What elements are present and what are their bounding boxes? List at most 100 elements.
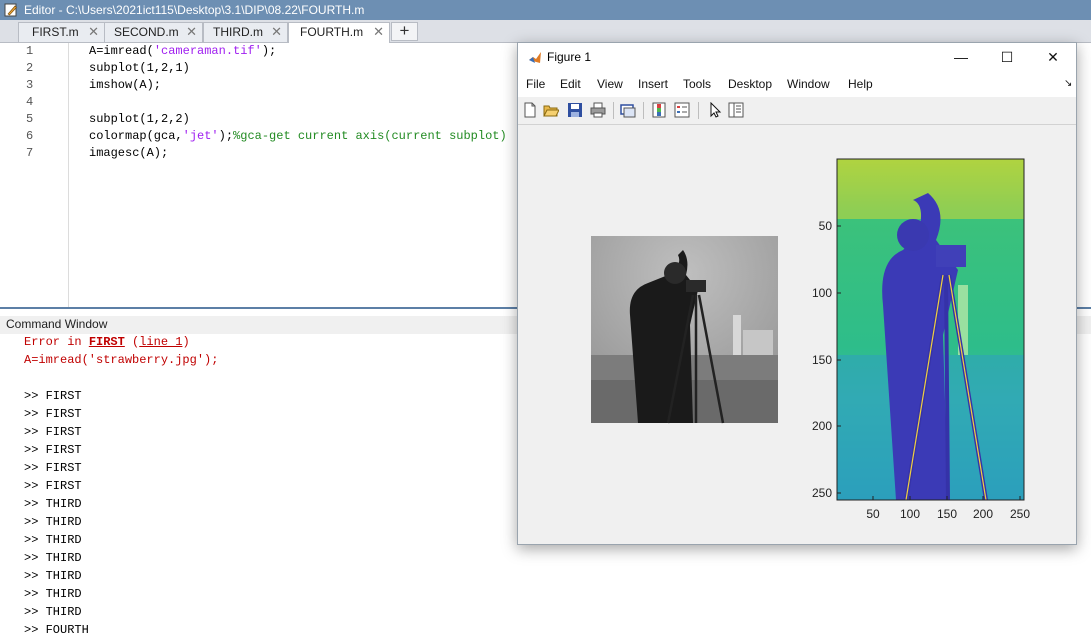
line-number-gutter — [0, 43, 69, 307]
error-code-line: A=imread('strawberry.jpg'); — [24, 353, 219, 367]
colormap-image — [837, 159, 1024, 501]
close-icon[interactable]: ✕ — [271, 23, 282, 41]
history-line: >> THIRD — [24, 533, 82, 547]
menu-edit[interactable]: Edit — [560, 77, 581, 91]
plot-area[interactable]: 50 100 150 200 250 50 100 150 200 250 — [518, 125, 1076, 544]
figure-title-bar[interactable]: Figure 1 — ☐ ✕ — [518, 43, 1076, 73]
close-icon[interactable]: ✕ — [88, 23, 99, 41]
dock-arrow-icon[interactable]: ↘ — [1064, 78, 1072, 89]
history-line: >> FIRST — [24, 389, 82, 403]
history-line: >> THIRD — [24, 569, 82, 583]
tab-label: FOURTH.m — [300, 25, 364, 39]
code-text: colormap(gca, — [89, 129, 183, 143]
line-number: 7 — [26, 146, 34, 160]
tab-fourth[interactable]: FOURTH.m ✕ — [288, 22, 390, 43]
tab-label: THIRD.m — [213, 25, 263, 39]
y-tick-label: 100 — [812, 286, 832, 300]
grayscale-image — [591, 236, 778, 424]
error-text: Error in — [24, 335, 89, 349]
matlab-logo-icon — [529, 52, 541, 63]
add-tab-button[interactable]: + — [391, 22, 418, 41]
code-line[interactable]: subplot(1,2,1) — [89, 61, 190, 75]
code-line[interactable]: A=imread('cameraman.tif'); — [89, 44, 276, 58]
x-tick-label: 200 — [973, 507, 993, 521]
figure-canvas[interactable]: 50 100 150 200 250 50 100 150 200 250 — [518, 125, 1076, 544]
y-tick-label: 150 — [812, 353, 832, 367]
open-file-icon[interactable] — [543, 102, 559, 118]
close-icon[interactable]: ✕ — [186, 23, 197, 41]
code-line[interactable]: subplot(1,2,2) — [89, 112, 190, 126]
y-tick-label: 250 — [812, 486, 832, 500]
history-line: >> THIRD — [24, 497, 82, 511]
property-inspector-icon[interactable] — [728, 102, 744, 118]
history-line: >> FIRST — [24, 461, 82, 475]
tab-third[interactable]: THIRD.m ✕ — [203, 22, 288, 42]
error-text: ) — [182, 335, 190, 349]
maximize-button[interactable]: ☐ — [984, 43, 1030, 73]
menu-help[interactable]: Help — [848, 77, 873, 91]
editor-title-bar: Editor - C:\Users\2021ict115\Desktop\3.1… — [0, 0, 1091, 20]
history-line: >> THIRD — [24, 587, 82, 601]
code-line[interactable]: colormap(gca,'jet');%gca-get current axi… — [89, 129, 507, 143]
x-tick-label: 250 — [1010, 507, 1030, 521]
figure-toolbar — [518, 97, 1076, 125]
code-line[interactable]: imagesc(A); — [89, 146, 168, 160]
tab-first[interactable]: FIRST.m ✕ — [18, 22, 105, 42]
menu-view[interactable]: View — [597, 77, 623, 91]
close-button[interactable]: ✕ — [1030, 43, 1076, 73]
editor-title: Editor - C:\Users\2021ict115\Desktop\3.1… — [24, 3, 365, 17]
error-line-link[interactable]: line 1 — [139, 335, 182, 349]
menu-tools[interactable]: Tools — [683, 77, 711, 91]
link-axes-icon[interactable] — [620, 102, 636, 118]
minimize-button[interactable]: — — [938, 43, 984, 73]
print-icon[interactable] — [590, 102, 606, 118]
toolbar-separator — [613, 102, 614, 119]
code-string: 'cameraman.tif' — [153, 44, 262, 58]
code-line[interactable]: imshow(A); — [89, 78, 161, 92]
tab-second[interactable]: SECOND.m ✕ — [104, 22, 203, 42]
figure-menu-bar: File Edit View Insert Tools Desktop Wind… — [518, 73, 1076, 98]
history-line: >> THIRD — [24, 605, 82, 619]
toolbar-separator — [643, 102, 644, 119]
history-line: >> FIRST — [24, 407, 82, 421]
tab-label: SECOND.m — [114, 25, 179, 39]
command-window-title: Command Window — [6, 317, 108, 331]
figure-title: Figure 1 — [547, 50, 592, 64]
toolbar-separator — [698, 102, 699, 119]
history-line: >> FIRST — [24, 425, 82, 439]
line-number: 3 — [26, 78, 34, 92]
editor-icon — [4, 3, 17, 17]
menu-desktop[interactable]: Desktop — [728, 77, 772, 91]
tab-label: FIRST.m — [32, 25, 79, 39]
x-tick-label: 100 — [900, 507, 920, 521]
pointer-icon[interactable] — [707, 102, 723, 118]
history-line: >> THIRD — [24, 551, 82, 565]
history-line: >> THIRD — [24, 515, 82, 529]
menu-file[interactable]: File — [526, 77, 545, 91]
editor-tab-bar: FIRST.m ✕ SECOND.m ✕ THIRD.m ✕ FOURTH.m … — [0, 20, 1091, 43]
menu-insert[interactable]: Insert — [638, 77, 668, 91]
line-number: 1 — [26, 44, 34, 58]
line-number: 4 — [26, 95, 34, 109]
history-line: >> FIRST — [24, 479, 82, 493]
y-tick-label: 50 — [819, 219, 833, 233]
x-tick-label: 150 — [937, 507, 957, 521]
new-figure-icon[interactable] — [522, 102, 538, 118]
error-file-link[interactable]: FIRST — [89, 335, 125, 349]
line-number: 6 — [26, 129, 34, 143]
code-string: 'jet' — [182, 129, 219, 143]
history-line: >> FOURTH — [24, 623, 89, 637]
legend-icon[interactable] — [674, 102, 690, 118]
save-icon[interactable] — [567, 102, 583, 118]
x-tick-label: 50 — [866, 507, 880, 521]
y-tick-label: 200 — [812, 419, 832, 433]
code-text: ); — [218, 129, 234, 143]
figure-window[interactable]: Figure 1 — ☐ ✕ File Edit View Insert Too… — [517, 42, 1077, 545]
history-line: >> FIRST — [24, 443, 82, 457]
menu-window[interactable]: Window — [787, 77, 830, 91]
line-number: 5 — [26, 112, 34, 126]
code-comment: %gca-get current axis(current subplot) — [233, 129, 507, 143]
colorbar-icon[interactable] — [651, 102, 667, 118]
error-line: Error in FIRST (line 1) — [24, 335, 190, 349]
close-icon[interactable]: ✕ — [373, 23, 384, 41]
